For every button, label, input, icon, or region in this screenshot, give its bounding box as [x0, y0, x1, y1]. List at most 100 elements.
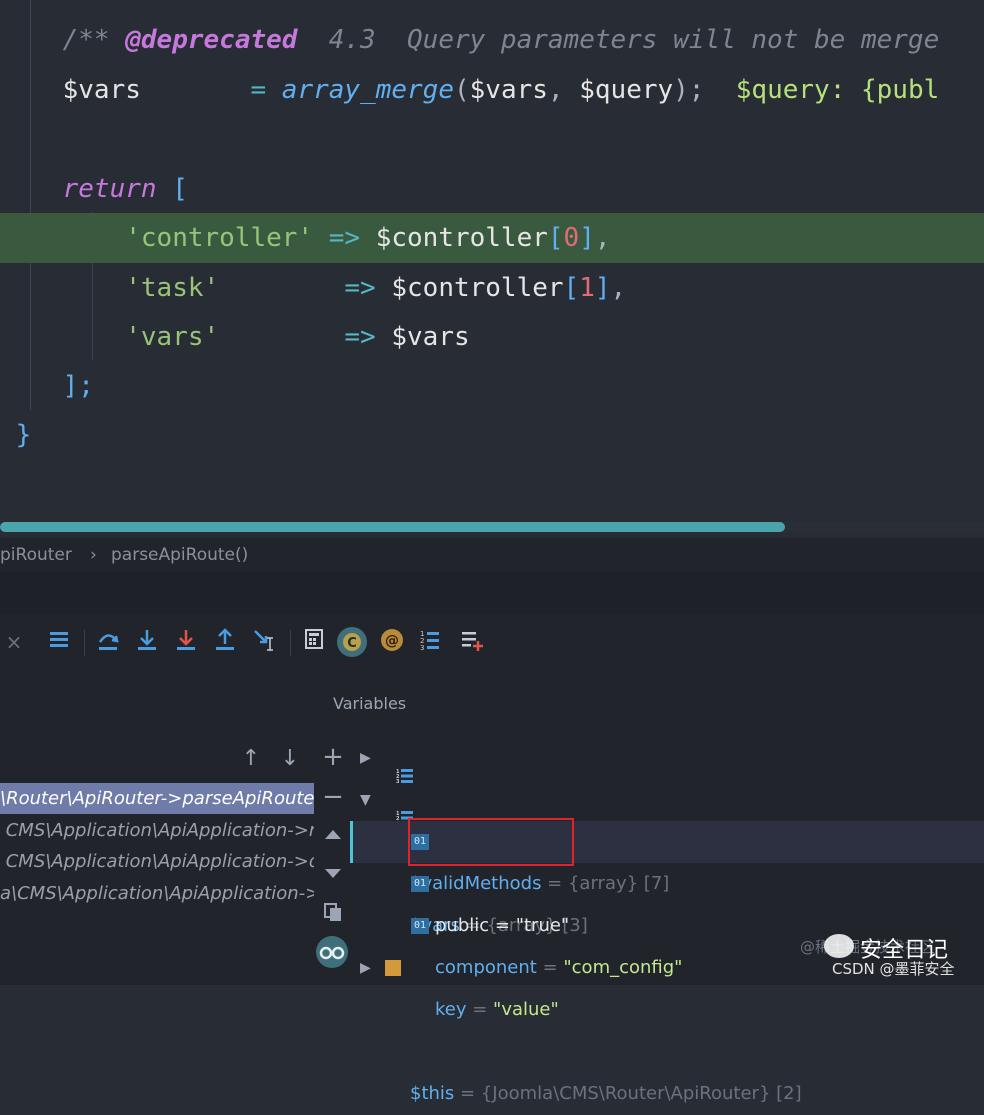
- variable-name: key: [435, 999, 467, 1020]
- code-number: 0: [563, 223, 580, 253]
- code-line-close-array[interactable]: ];: [0, 361, 984, 411]
- code-line-vars[interactable]: 'vars' => $vars: [0, 312, 984, 362]
- code-bracket: [: [563, 273, 580, 303]
- variables-panel-title: Variables: [333, 694, 407, 713]
- annotations-toggle[interactable]: @: [378, 628, 406, 656]
- code-bracket: [: [156, 174, 188, 204]
- variable-row-vars[interactable]: ▼ 123 $vars = {array} [3]: [350, 779, 984, 936]
- force-step-into-button[interactable]: [172, 628, 200, 656]
- code-line-task[interactable]: 'task' => $controller[1],: [0, 263, 984, 313]
- string-field-icon: 01: [411, 876, 429, 892]
- variable-name: $this: [410, 1083, 455, 1104]
- frame-item-selected[interactable]: \Router\ApiRouter->parseApiRoute(: [0, 783, 314, 814]
- code-line-merge[interactable]: $vars = array_merge($vars, $query); $que…: [0, 65, 984, 115]
- highlight-annotation-box: [408, 818, 574, 866]
- move-up-icon[interactable]: [322, 826, 344, 845]
- breadcrumb-class[interactable]: piRouter: [0, 538, 72, 572]
- code-number: 1: [579, 273, 595, 303]
- numbered-list-icon: 123: [420, 630, 439, 652]
- force-step-into-icon: [177, 630, 195, 650]
- variable-row-component[interactable]: 01 component = "com_config": [350, 863, 984, 978]
- step-into-icon: [138, 630, 156, 650]
- code-editor[interactable]: /** @deprecated 4.3 Query parameters wil…: [0, 0, 984, 540]
- show-execution-point-button[interactable]: [45, 628, 73, 656]
- expand-arrow-icon[interactable]: ▶: [360, 947, 371, 989]
- watches-toggle[interactable]: [315, 935, 349, 973]
- code-bracket: }: [15, 420, 32, 450]
- string-field-icon: 01: [411, 918, 429, 934]
- code-punctuation: );: [673, 75, 705, 105]
- array-icon: 123: [382, 791, 413, 827]
- class-c-icon: C: [337, 627, 367, 657]
- code-bracket: ];: [62, 371, 94, 401]
- expand-arrow-icon[interactable]: ▶: [360, 737, 371, 779]
- code-string: 'vars': [125, 322, 220, 352]
- variable-equals: =: [454, 1083, 481, 1104]
- frame-down-icon[interactable]: ↓: [279, 746, 301, 771]
- wechat-logo-icon: [824, 934, 854, 958]
- variable-row-validmethods[interactable]: ▶ 123 $validMethods = {array} [7]: [350, 737, 984, 894]
- run-to-cursor-button[interactable]: [250, 628, 278, 656]
- code-string: 'task': [125, 273, 220, 303]
- run-to-cursor-icon: [254, 630, 273, 651]
- code-variable: $vars: [391, 322, 470, 352]
- breadcrumb: piRouter › parseApiRoute(): [0, 538, 984, 572]
- code-function: array_merge: [281, 75, 454, 105]
- add-variable-icon[interactable]: +: [320, 742, 346, 772]
- code-line-controller-current[interactable]: 'controller' => $controller[0],: [0, 213, 984, 263]
- watermark: @稀土掘金技术社区 安全日记 CSDN @墨菲安全: [800, 930, 984, 985]
- code-punctuation: ,: [547, 75, 580, 105]
- add-watch-button[interactable]: [458, 628, 486, 656]
- evaluate-expression-button[interactable]: [300, 628, 328, 656]
- watermark-subtitle: CSDN @墨菲安全: [832, 960, 955, 978]
- code-operator: =>: [328, 273, 392, 303]
- frame-item[interactable]: CMS\Application\ApiApplication->r: [0, 815, 314, 846]
- code-comment: 4.3 Query parameters will not be merge: [297, 25, 940, 55]
- move-down-icon[interactable]: [322, 866, 344, 885]
- code-punctuation: ,: [594, 223, 611, 253]
- code-line-return[interactable]: return [: [0, 164, 984, 214]
- code-operator: =>: [313, 223, 376, 253]
- copy-icon[interactable]: [322, 902, 344, 926]
- code-operator: =>: [328, 322, 392, 352]
- array-index-toggle[interactable]: 123: [416, 628, 444, 656]
- code-string: 'controller': [125, 223, 314, 253]
- code-line-comment[interactable]: /** @deprecated 4.3 Query parameters wil…: [0, 15, 984, 65]
- svg-text:C: C: [347, 636, 357, 651]
- code-variable: $query: [579, 75, 674, 105]
- frame-up-icon[interactable]: ↑: [240, 746, 262, 771]
- code-keyword: return: [62, 174, 157, 204]
- panel-divider: [0, 572, 984, 614]
- step-over-icon: [98, 634, 119, 650]
- step-out-icon: [216, 628, 234, 650]
- add-list-icon: [462, 632, 483, 651]
- remove-variable-icon[interactable]: −: [320, 782, 346, 812]
- horizontal-scrollbar-thumb[interactable]: [0, 522, 785, 532]
- calculator-icon: [305, 629, 323, 649]
- svg-text:3: 3: [420, 644, 424, 652]
- code-comment: /**: [62, 25, 126, 55]
- variable-type: {Joomla\CMS\Router\ApiRouter} [2]: [480, 1083, 802, 1104]
- step-into-button[interactable]: [133, 628, 161, 656]
- collapse-arrow-icon[interactable]: ▼: [360, 779, 371, 821]
- breadcrumb-method[interactable]: parseApiRoute(): [111, 538, 248, 572]
- frame-item[interactable]: CMS\Application\ApiApplication->d: [0, 846, 314, 877]
- class-constants-toggle[interactable]: C: [336, 626, 368, 658]
- step-over-button[interactable]: [94, 628, 122, 656]
- copy-pages-icon: [324, 903, 341, 921]
- breadcrumb-separator: ›: [90, 545, 97, 565]
- close-icon[interactable]: ×: [0, 628, 28, 656]
- code-variable: $controller: [375, 223, 548, 253]
- frames-list: \Router\ApiRouter->parseApiRoute( CMS\Ap…: [0, 780, 314, 985]
- triangle-down-icon: [325, 869, 341, 878]
- frame-item[interactable]: a\CMS\Application\ApiApplication->: [0, 878, 314, 909]
- step-out-button[interactable]: [211, 628, 239, 656]
- code-bracket: ]: [594, 273, 611, 303]
- code-variable: $vars: [62, 75, 141, 105]
- toolbar-separator: [84, 630, 85, 656]
- code-line-close-function[interactable]: }: [0, 410, 984, 460]
- svg-text:@: @: [385, 633, 399, 649]
- code-doc-tag: @deprecated: [125, 25, 298, 55]
- code-variable: $vars: [469, 75, 548, 105]
